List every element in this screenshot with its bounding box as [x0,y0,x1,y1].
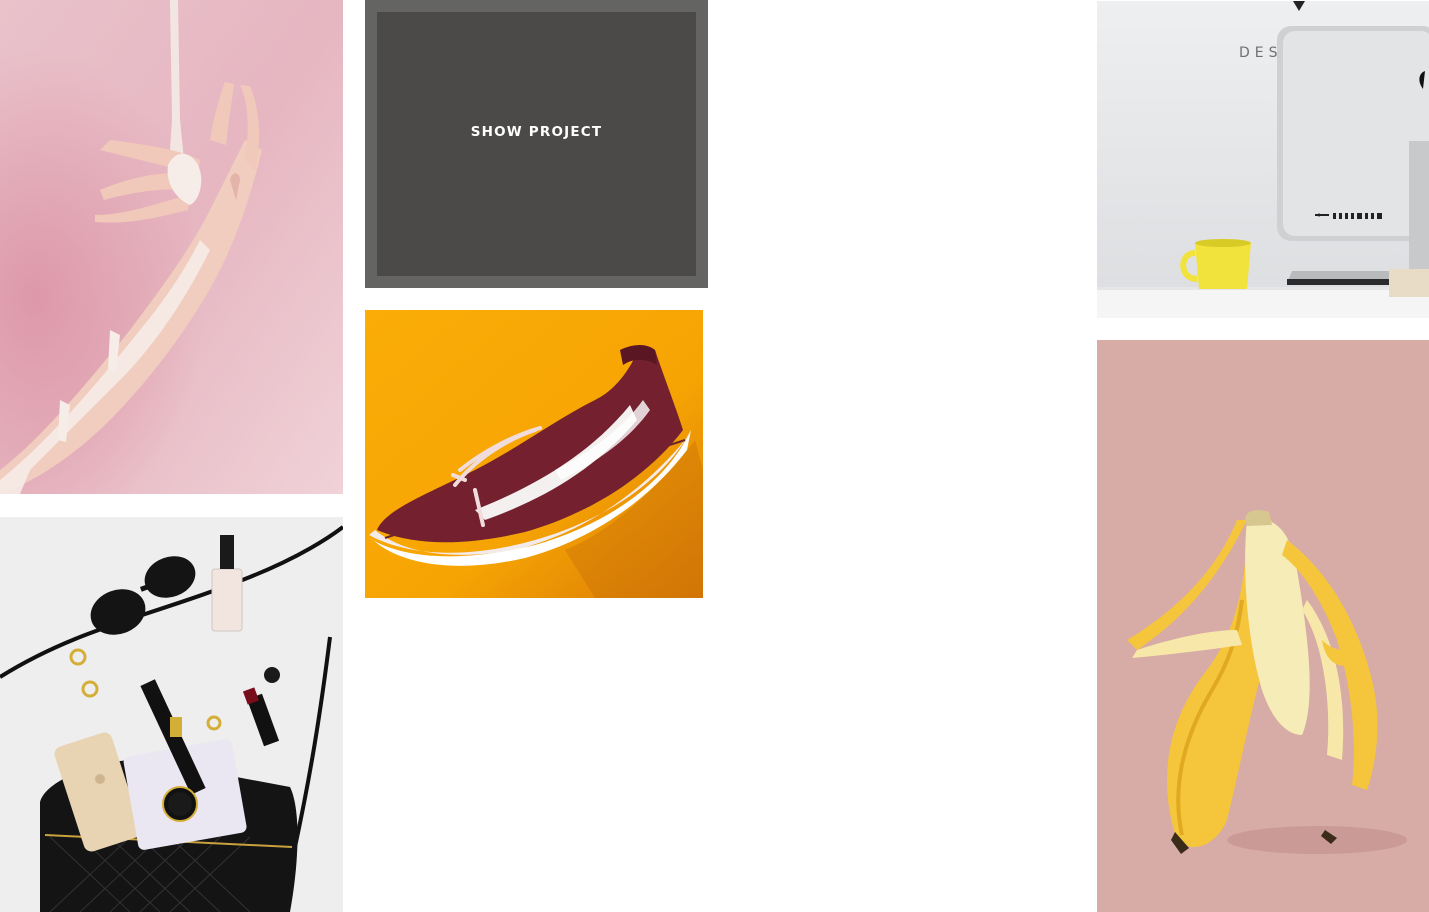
project-overlay[interactable]: SHOW PROJECT [377,12,696,276]
hand-photo [0,0,343,494]
project-tile-banana[interactable] [1097,340,1429,912]
sneaker-photo [365,310,703,598]
desk-photo: DES [1097,1,1429,318]
project-tile-hover[interactable]: SHOW PROJECT [365,0,708,288]
banana-photo [1097,340,1429,912]
project-tile-hand[interactable] [0,0,343,494]
project-tile-bag[interactable] [0,517,343,912]
bag-photo [0,517,343,912]
show-project-link[interactable]: SHOW PROJECT [471,124,603,140]
project-tile-sneaker[interactable] [365,310,703,598]
desk-sign-text: DES [1239,45,1283,61]
project-tile-desk[interactable]: DES [1097,1,1429,318]
portfolio-gallery: SHOW PROJECT DES [0,0,1429,912]
